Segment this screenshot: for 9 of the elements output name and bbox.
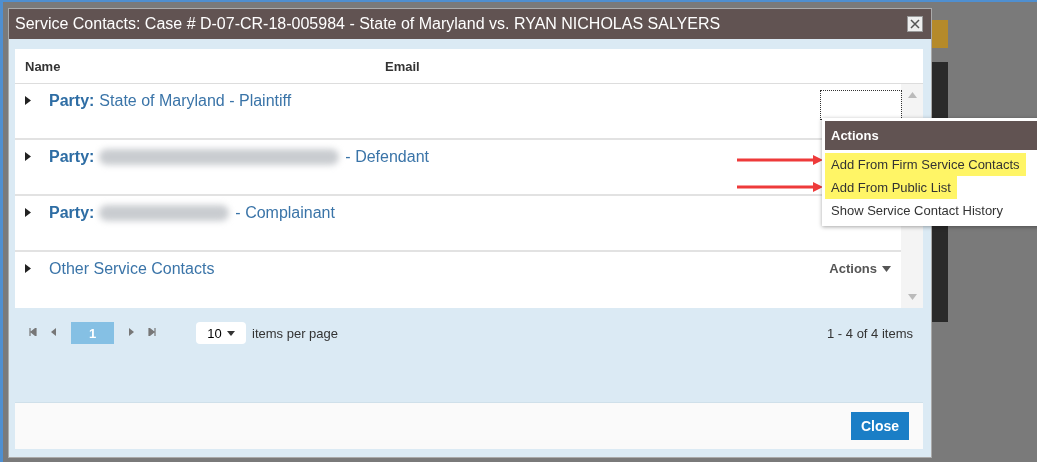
column-header: Email	[385, 58, 420, 74]
items-count: 1 - 4 of 4 items	[827, 326, 913, 341]
column-header: Name	[24, 58, 62, 74]
party-label: Party:	[49, 148, 95, 166]
party-label: Party:	[49, 92, 95, 110]
menu-title: Actions	[825, 121, 1037, 150]
party-label: Party:	[49, 204, 95, 222]
window-title: Service Contacts: Case # D-07-CR-18-005984 - State of Maryland vs. RYAN NICHOLAS SALYERS	[15, 15, 722, 33]
items-per-page-label: items per page	[252, 326, 338, 341]
